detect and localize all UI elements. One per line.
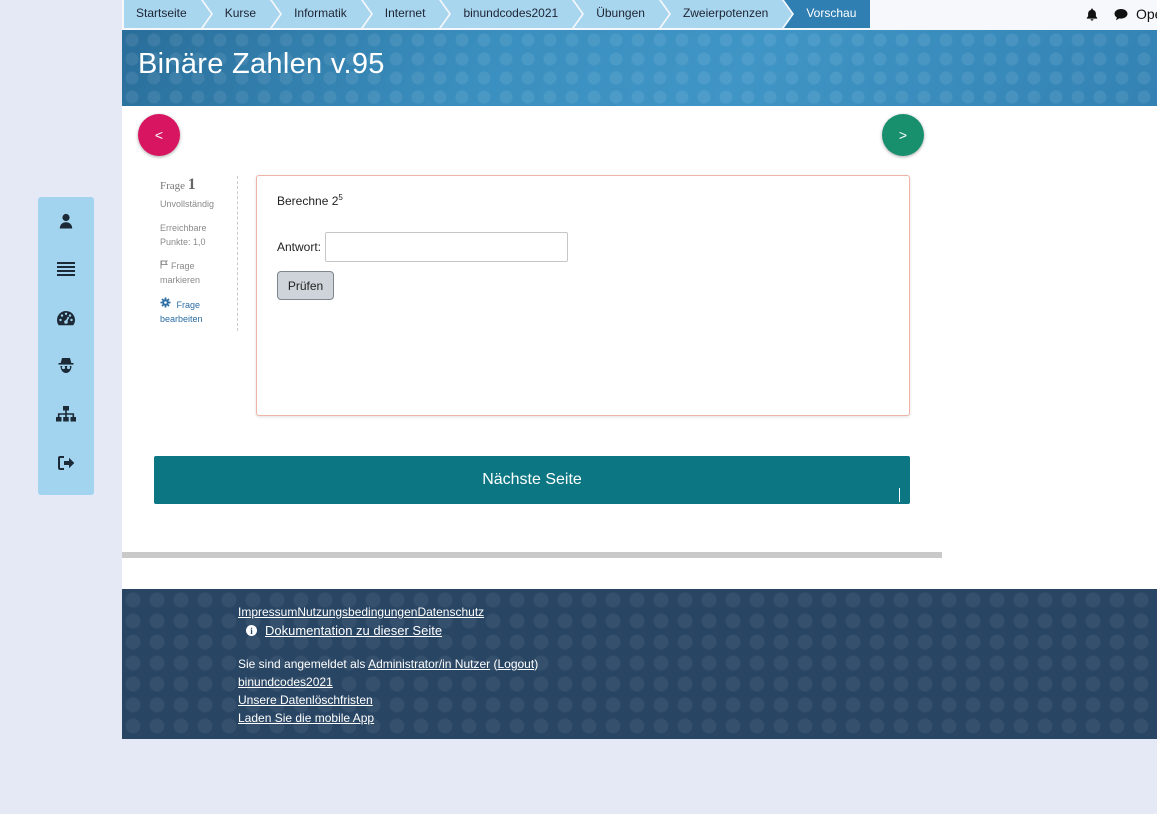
sidebar [38,197,94,495]
documentation-row: i Dokumentation zu dieser Seite [246,623,442,638]
login-info: Sie sind angemeldet als Administrator/in… [238,657,538,671]
flag-question-link[interactable]: Frage markieren [160,259,237,287]
terms-link[interactable]: Nutzungsbedingungen [297,605,417,619]
sidebar-item-courses[interactable] [38,256,94,286]
question-box: Berechne 25 Antwort: Prüfen [256,175,910,416]
previous-button[interactable]: < [138,114,180,156]
breadcrumb: Startseite Kurse Informatik Internet bin… [124,0,872,28]
flag-question-label-2[interactable]: markieren [160,273,237,287]
user-icon [59,213,73,234]
answer-input[interactable] [325,232,568,262]
breadcrumb-item-course[interactable]: binundcodes2021 [441,0,584,28]
next-page-button[interactable]: Nächste Seite [154,456,910,504]
breadcrumb-item-internet[interactable]: Internet [362,0,452,28]
logout-link[interactable]: Logout [497,657,534,671]
topbar-partial-label[interactable]: Ope [1136,6,1157,22]
bell-icon[interactable] [1086,8,1098,21]
sidebar-item-profile[interactable] [38,208,94,238]
question-text-exponent: 5 [338,193,343,202]
messages-icon[interactable]: Ope [1114,6,1157,22]
breadcrumb-item-vorschau[interactable]: Vorschau [784,0,871,28]
breadcrumb-item-startseite[interactable]: Startseite [124,0,213,28]
list-icon [57,261,75,281]
logout-paren-close: ) [534,657,539,671]
edit-question-link[interactable]: Frage bearbeiten [160,297,237,326]
gear-icon [160,297,171,312]
dashboard-icon [56,310,76,331]
page-header: Binäre Zahlen v.95 [122,30,1157,106]
question-number: Frage 1 [160,176,237,194]
question-number-value: 1 [187,176,196,193]
next-page-label[interactable]: Nächste Seite [482,471,582,489]
course-link[interactable]: binundcodes2021 [238,675,333,689]
check-button[interactable]: Prüfen [277,271,334,300]
main-content: < > Frage 1 Unvollständig Erreichbare Pu… [122,106,1157,589]
footer-links: ImpressumNutzungsbedingungenDatenschutz [238,605,484,619]
horizontal-scrollbar[interactable] [122,552,942,558]
sidebar-item-dashboard[interactable] [38,305,94,335]
breadcrumb-item-uebungen[interactable]: Übungen [574,0,671,28]
next-button[interactable]: > [882,114,924,156]
question-text-base: Berechne 2 [277,194,339,208]
question-text: Berechne 25 [277,193,343,208]
edit-question-label-2[interactable]: bearbeiten [160,312,237,326]
spy-icon [58,357,74,379]
text-cursor [899,488,900,502]
edit-question-label-1[interactable]: Frage [177,300,201,310]
breadcrumb-item-zweierpotenzen[interactable]: Zweierpotenzen [660,0,795,28]
page-footer: ImpressumNutzungsbedingungenDatenschutz … [122,589,1157,739]
impressum-link[interactable]: Impressum [238,605,297,619]
logout-icon [57,455,75,475]
data-retention-link[interactable]: Unsere Datenlöschfristen [238,693,373,707]
sidebar-item-sitemap[interactable] [38,401,94,431]
mobile-app-link[interactable]: Laden Sie die mobile App [238,711,374,725]
answer-label: Antwort: [277,240,322,254]
page-title: Binäre Zahlen v.95 [138,48,385,80]
breadcrumb-item-kurse[interactable]: Kurse [202,0,283,28]
flag-icon [160,259,168,273]
info-icon: i [246,625,257,636]
breadcrumb-item-informatik[interactable]: Informatik [272,0,373,28]
documentation-link[interactable]: Dokumentation zu dieser Seite [265,623,442,638]
question-points-value: Punkte: 1,0 [160,237,206,247]
top-navbar: Startseite Kurse Informatik Internet bin… [122,0,1157,30]
question-points-label: Erreichbare [160,223,207,233]
flag-question-label-1[interactable]: Frage [171,261,195,271]
sitemap-icon [56,405,76,427]
privacy-link[interactable]: Datenschutz [417,605,484,619]
sidebar-item-logout[interactable] [38,450,94,480]
question-number-label: Frage [160,180,186,192]
user-profile-link[interactable]: Administrator/in Nutzer [368,657,490,671]
login-prefix: Sie sind angemeldet als [238,657,369,671]
question-info: Frage 1 Unvollständig Erreichbare Punkte… [160,176,238,331]
question-state: Unvollständig [160,199,215,209]
question-points: Erreichbare Punkte: 1,0 [160,221,237,249]
sidebar-item-incognito[interactable] [38,353,94,383]
